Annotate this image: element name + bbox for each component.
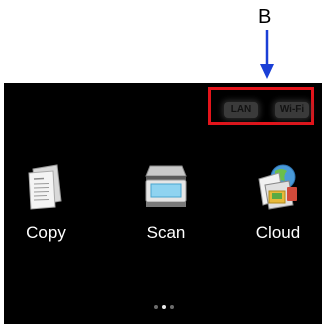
page-dot-1 xyxy=(154,305,158,309)
wifi-status-icon: Wi-Fi xyxy=(275,102,309,118)
printer-home-screen: LAN Wi-Fi Copy Scan Cloud xyxy=(4,83,322,324)
copy-icon xyxy=(28,164,62,210)
copy-label: Copy xyxy=(26,223,66,242)
page-indicator xyxy=(152,305,176,311)
cloud-label: Cloud xyxy=(255,223,301,242)
status-highlight-box: LAN Wi-Fi xyxy=(208,87,314,125)
annotation-label: B xyxy=(258,6,272,28)
scan-icon xyxy=(145,165,187,207)
copy-button[interactable]: Copy xyxy=(4,163,88,243)
cloud-icon xyxy=(258,164,297,210)
annotation-arrow xyxy=(260,30,274,79)
page-dot-3 xyxy=(170,305,174,309)
page-dot-2 xyxy=(162,305,166,309)
scan-label: Scan xyxy=(146,223,186,242)
cloud-button[interactable]: Cloud xyxy=(236,163,320,243)
lan-status-icon: LAN xyxy=(224,102,258,118)
scan-button[interactable]: Scan xyxy=(124,163,208,243)
